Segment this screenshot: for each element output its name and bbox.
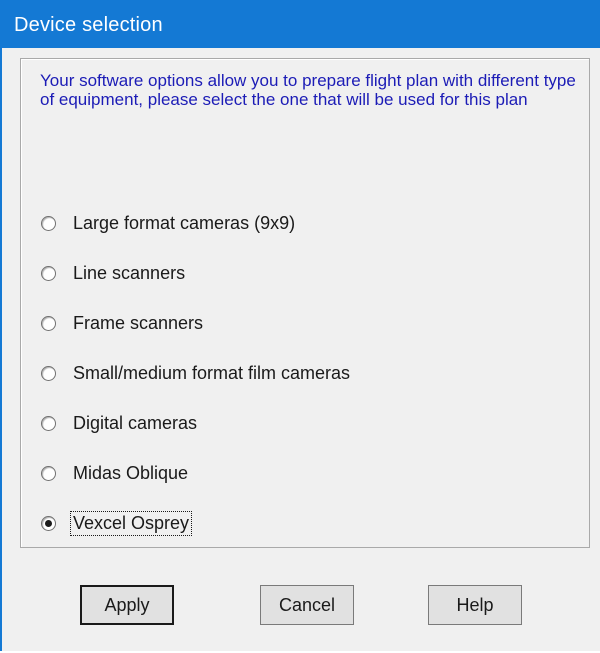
window-title: Device selection <box>14 14 163 36</box>
radio-button[interactable] <box>41 415 56 431</box>
option-label[interactable]: Digital cameras <box>72 413 198 434</box>
option-label[interactable]: Small/medium format film cameras <box>72 363 351 384</box>
option-small-medium-format-film-cameras[interactable]: Small/medium format film cameras <box>41 361 351 385</box>
radio-button[interactable] <box>41 215 56 231</box>
option-label[interactable]: Vexcel Osprey <box>69 510 193 536</box>
radio-button[interactable] <box>41 365 56 381</box>
radio-button[interactable] <box>41 265 56 281</box>
cancel-button[interactable]: Cancel <box>260 585 354 625</box>
option-frame-scanners[interactable]: Frame scanners <box>41 311 204 335</box>
device-selection-dialog: Device selection Your software options a… <box>0 0 600 651</box>
instruction-text: Your software options allow you to prepa… <box>40 71 576 109</box>
title-bar[interactable]: Device selection <box>2 0 600 48</box>
radio-button[interactable] <box>41 465 56 481</box>
radio-button[interactable] <box>41 315 56 331</box>
option-label[interactable]: Frame scanners <box>72 313 204 334</box>
option-large-format-cameras[interactable]: Large format cameras (9x9) <box>41 211 296 235</box>
device-options-group: Your software options allow you to prepa… <box>20 58 590 548</box>
option-label[interactable]: Large format cameras (9x9) <box>72 213 296 234</box>
radio-button-selected[interactable] <box>41 515 56 531</box>
option-digital-cameras[interactable]: Digital cameras <box>41 411 198 435</box>
option-label[interactable]: Line scanners <box>72 263 186 284</box>
apply-button[interactable]: Apply <box>80 585 174 625</box>
option-label[interactable]: Midas Oblique <box>72 463 189 484</box>
option-vexcel-osprey[interactable]: Vexcel Osprey <box>41 510 193 536</box>
help-button[interactable]: Help <box>428 585 522 625</box>
option-line-scanners[interactable]: Line scanners <box>41 261 186 285</box>
option-midas-oblique[interactable]: Midas Oblique <box>41 461 189 485</box>
